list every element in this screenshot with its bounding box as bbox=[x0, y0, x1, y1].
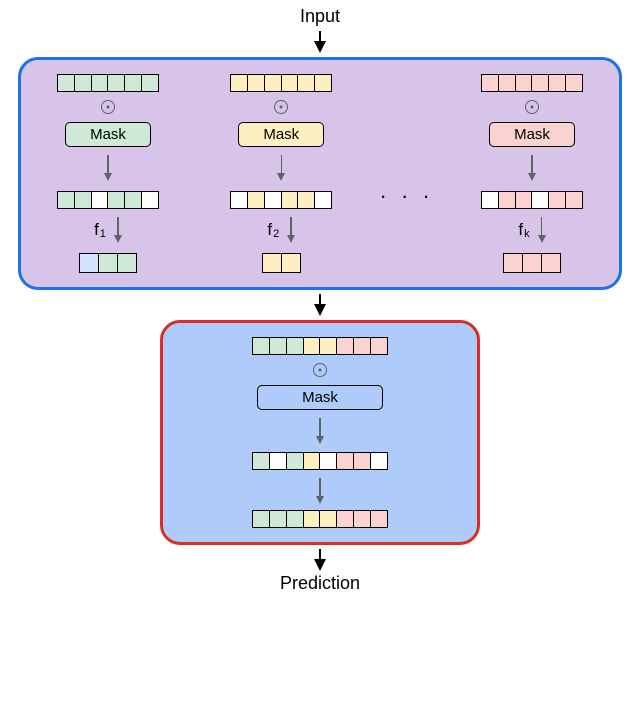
arrow-down-icon bbox=[114, 217, 122, 243]
mask-yellow: Mask bbox=[238, 122, 324, 147]
fusion-box: Mask bbox=[160, 320, 480, 545]
yellow-masked-vector bbox=[230, 191, 332, 209]
arrow-down-icon bbox=[538, 217, 546, 243]
input-label: Input bbox=[0, 6, 640, 27]
hadamard-icon bbox=[313, 363, 327, 377]
ellipsis: · · · bbox=[380, 183, 434, 209]
hadamard-icon bbox=[101, 100, 115, 114]
fk-label: fk bbox=[518, 220, 529, 240]
f2-label: f2 bbox=[267, 220, 279, 240]
arrow-down-icon bbox=[316, 478, 324, 504]
arrow-down-icon bbox=[287, 217, 295, 243]
arrow-output bbox=[0, 549, 640, 571]
fusion-concat-vector bbox=[252, 337, 388, 355]
arrow-input bbox=[0, 31, 640, 53]
hadamard-icon bbox=[525, 100, 539, 114]
green-input-vector bbox=[57, 74, 159, 92]
prediction-label: Prediction bbox=[0, 573, 640, 594]
mask-blue: Mask bbox=[257, 385, 383, 410]
arrow-down-icon bbox=[277, 155, 285, 181]
pink-embedding bbox=[503, 253, 561, 273]
arrow-down-icon bbox=[528, 155, 536, 181]
yellow-input-vector bbox=[230, 74, 332, 92]
arrow-mid bbox=[0, 294, 640, 316]
green-masked-vector bbox=[57, 191, 159, 209]
hadamard-icon bbox=[274, 100, 288, 114]
f1-label: f1 bbox=[94, 220, 106, 240]
fusion-masked-vector bbox=[252, 452, 388, 470]
pink-masked-vector bbox=[481, 191, 583, 209]
feature-extraction-box: Mask f1 Mask bbox=[18, 57, 622, 290]
mask-green: Mask bbox=[65, 122, 151, 147]
mask-pink: Mask bbox=[489, 122, 575, 147]
fusion-final-vector bbox=[252, 510, 388, 528]
arrow-down-icon bbox=[104, 155, 112, 181]
yellow-embedding bbox=[262, 253, 301, 273]
pink-input-vector bbox=[481, 74, 583, 92]
green-embedding bbox=[79, 253, 137, 273]
arrow-down-icon bbox=[316, 418, 324, 444]
